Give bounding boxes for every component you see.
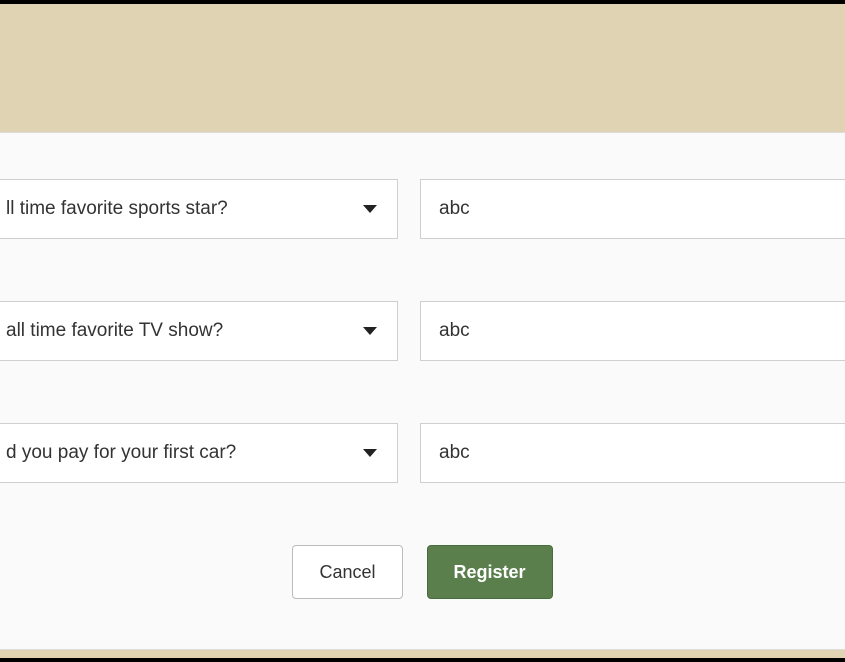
select-text: all time favorite TV show?	[6, 320, 223, 342]
chevron-down-icon	[363, 327, 377, 335]
cancel-button[interactable]: Cancel	[292, 545, 402, 599]
security-question-select-3[interactable]: d you pay for your first car?	[0, 423, 398, 483]
security-answer-input-1[interactable]	[420, 179, 845, 239]
button-row: Cancel Register	[0, 545, 845, 599]
header-band	[0, 4, 845, 132]
chevron-down-icon	[363, 205, 377, 213]
security-question-select-2[interactable]: all time favorite TV show?	[0, 301, 398, 361]
select-text: d you pay for your first car?	[6, 442, 236, 464]
question-row-1: ll time favorite sports star?	[0, 179, 845, 239]
security-answer-input-3[interactable]	[420, 423, 845, 483]
question-row-2: all time favorite TV show?	[0, 301, 845, 361]
security-answer-input-2[interactable]	[420, 301, 845, 361]
security-questions-form: ll time favorite sports star? all time f…	[0, 132, 845, 650]
select-text: ll time favorite sports star?	[6, 198, 228, 220]
register-button[interactable]: Register	[427, 545, 553, 599]
question-row-3: d you pay for your first car?	[0, 423, 845, 483]
security-question-select-1[interactable]: ll time favorite sports star?	[0, 179, 398, 239]
chevron-down-icon	[363, 449, 377, 457]
footer-band	[0, 650, 845, 658]
